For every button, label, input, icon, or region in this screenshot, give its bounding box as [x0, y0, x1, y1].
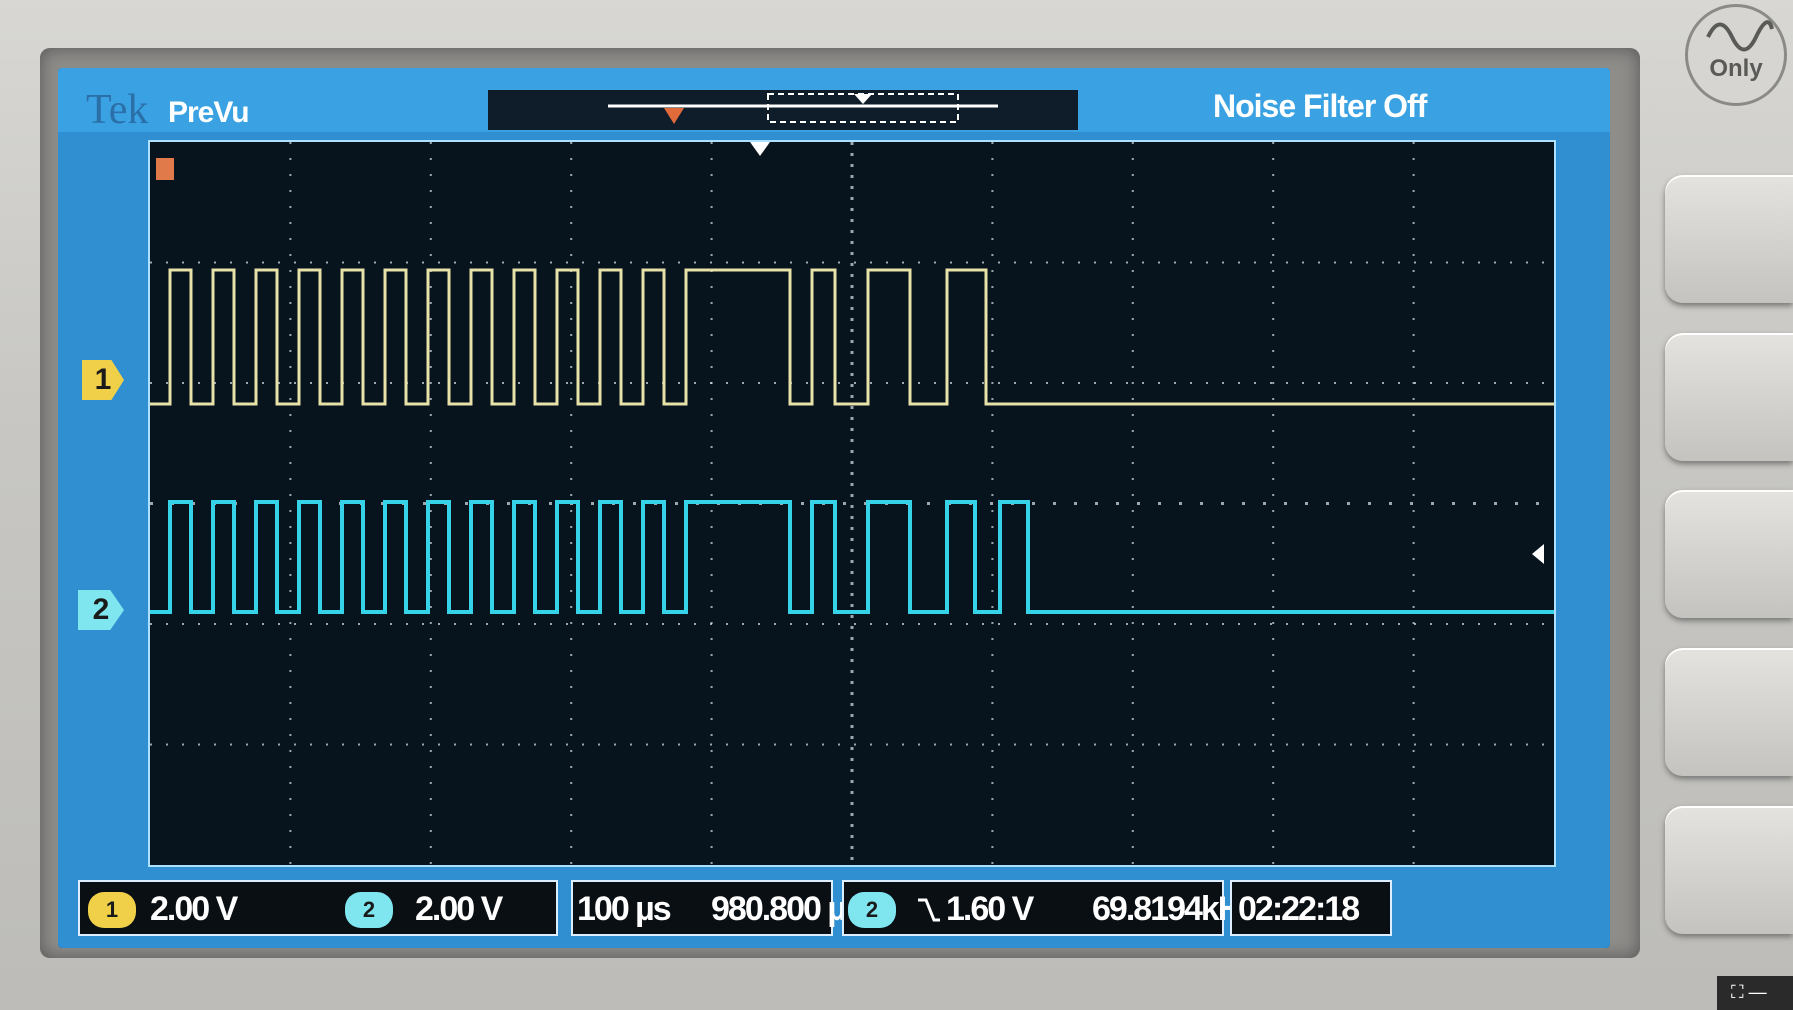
ch1-waveform — [150, 268, 1554, 406]
brand-logo: Tek — [86, 87, 149, 133]
side-menu-button-3[interactable] — [1665, 490, 1793, 618]
ch1-badge: 1 — [88, 892, 136, 928]
ch2-scale: 2.00 V — [415, 890, 503, 928]
horizontal-readout[interactable]: 100 µs 980.800 µs — [571, 880, 864, 936]
readout-bar: 1 2.00 V 2 2.00 V 100 µs 980.800 µs 2 1.… — [78, 880, 1590, 936]
time-readout: 02:22:18 — [1238, 890, 1360, 928]
side-menu-button-4[interactable] — [1665, 648, 1793, 776]
fullscreen-button[interactable]: ⛶ — — [1717, 976, 1793, 1010]
record-view-strip — [488, 90, 1078, 130]
record-view-indicator — [608, 93, 998, 124]
timebase-readout: 100 µs — [577, 890, 672, 928]
only-button[interactable]: Only — [1685, 4, 1787, 106]
side-menu-button-2[interactable] — [1665, 333, 1793, 461]
ch2-badge: 2 — [345, 892, 393, 928]
display-screen: Tek PreVu Noise Filter Off 1 2 1 2.00 V … — [58, 68, 1610, 948]
noise-filter-status: Noise Filter Off — [1213, 88, 1427, 124]
trigger-icon — [156, 158, 174, 180]
trigger-readout[interactable]: 2 1.60 V 69.8194kHz — [842, 880, 1257, 936]
trigger-level-marker — [1532, 544, 1544, 564]
fullscreen-icon: ⛶ — — [1731, 982, 1767, 1002]
position-readout: 980.800 µs — [711, 890, 864, 928]
wave-icon — [1706, 20, 1774, 52]
ch1-marker-label: 1 — [94, 363, 112, 396]
clock-readout: 02:22:18 — [1230, 880, 1392, 936]
vertical-readout[interactable]: 1 2.00 V 2 2.00 V — [78, 880, 558, 936]
waveform-plot — [150, 142, 1554, 865]
ch2-marker-label: 2 — [92, 593, 110, 626]
ch1-scale: 2.00 V — [150, 890, 238, 928]
waveform-graticule — [148, 140, 1556, 867]
side-menu-button-1[interactable] — [1665, 175, 1793, 303]
trigger-level: 1.60 V — [946, 890, 1034, 928]
side-menu-button-5[interactable] — [1665, 806, 1793, 934]
trigger-source-badge: 2 — [848, 892, 896, 928]
acquisition-mode: PreVu — [168, 96, 250, 129]
only-label: Only — [1709, 55, 1763, 82]
oscilloscope-bezel: Only Tek PreVu Noise Filter Off 1 2 1 2.… — [0, 0, 1793, 1010]
status-bar: Tek PreVu Noise Filter Off — [58, 68, 1610, 133]
falling-edge-icon — [918, 898, 940, 922]
trigger-position-marker — [750, 142, 770, 156]
